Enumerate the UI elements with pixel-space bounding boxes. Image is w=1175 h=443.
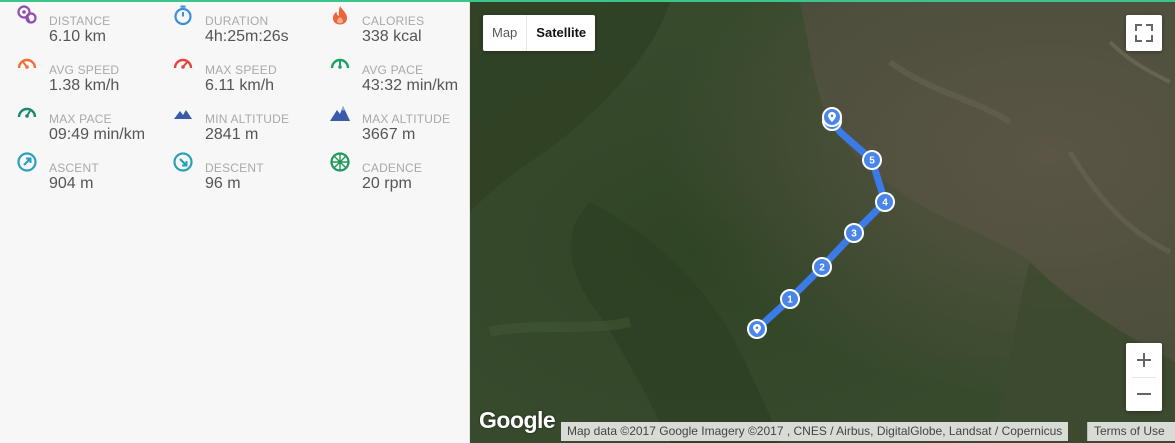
zoom-in-button[interactable] [1126,343,1162,377]
stat-value: 2841 m [205,126,259,143]
flame-icon [329,4,351,26]
stat-descent: DESCENT 96 m [156,149,306,192]
pace-gauge-icon [16,102,38,124]
svg-text:4: 4 [882,198,888,209]
stat-label: DURATION [205,14,269,28]
terms-of-use-link[interactable]: Terms of Use [1087,422,1175,441]
stat-label: AVG SPEED [49,63,120,77]
svg-text:2: 2 [819,263,825,274]
stats-panel: DISTANCE 6.10 km DURATION 4h:25m:26s CAL… [0,2,470,443]
stat-label: DISTANCE [49,14,111,28]
stat-label: MIN ALTITUDE [205,112,290,126]
stat-value: 6.10 km [49,28,106,45]
km-marker-5[interactable]: 5 [862,150,882,170]
end-marker[interactable] [822,107,842,131]
km-marker-4[interactable]: 4 [875,192,895,212]
zoom-divider [1132,377,1156,378]
ascent-compass-icon [16,151,38,173]
stat-max-speed: MAX SPEED 6.11 km/h [156,51,306,94]
plus-icon [1137,353,1151,367]
map-type-control: Map Satellite [483,15,596,51]
map-type-satellite-button[interactable]: Satellite [526,15,595,51]
stat-avg-speed: AVG SPEED 1.38 km/h [0,51,150,94]
speedometer-icon [16,53,38,75]
pace-gauge-icon [329,53,351,75]
stat-value: 1.38 km/h [49,77,120,94]
svg-text:5: 5 [869,156,875,167]
stat-value: 96 m [205,175,241,192]
stat-value: 904 m [49,175,94,192]
stat-avg-pace: AVG PACE 43:32 min/km [313,51,463,94]
km-marker-3[interactable]: 3 [844,223,864,243]
satellite-map[interactable]: 1 2 3 4 5 Map Satellite Google Map data … [470,2,1175,443]
stat-value: 09:49 min/km [49,126,146,143]
distance-icon [16,4,38,26]
stat-calories: CALORIES 338 kcal [313,2,463,45]
stat-label: MAX ALTITUDE [362,112,451,126]
stat-cadence: CADENCE 20 rpm [313,149,463,192]
stat-value: 4h:25m:26s [205,28,289,45]
stat-value: 338 kcal [362,28,422,45]
mountain-icon [329,102,351,124]
map-attribution: Map data ©2017 Google Imagery ©2017 , CN… [561,422,1069,441]
km-marker-2[interactable]: 2 [812,257,832,277]
zoom-out-button[interactable] [1126,377,1162,411]
stat-ascent: ASCENT 904 m [0,149,150,192]
stat-label: MAX SPEED [205,63,277,77]
stat-label: ASCENT [49,161,99,175]
minus-icon [1137,393,1151,395]
stat-max-pace: MAX PACE 09:49 min/km [0,100,150,143]
stat-value: 20 rpm [362,175,412,192]
route-overlay: 1 2 3 4 5 [747,107,895,339]
fullscreen-button[interactable] [1126,15,1162,51]
stat-value: 43:32 min/km [362,77,459,94]
stat-label: DESCENT [205,161,264,175]
stat-min-altitude: MIN ALTITUDE 2841 m [156,100,306,143]
stat-label: AVG PACE [362,63,424,77]
map-type-map-button[interactable]: Map [483,15,526,51]
stat-value: 6.11 km/h [205,77,275,94]
speedometer-icon [172,53,194,75]
mountain-icon [172,102,194,124]
cadence-wheel-icon [329,151,351,173]
stat-label: MAX PACE [49,112,112,126]
stopwatch-icon [172,4,194,26]
fullscreen-icon [1135,24,1153,42]
stat-value: 3667 m [362,126,416,143]
stat-duration: DURATION 4h:25m:26s [156,2,306,45]
start-marker[interactable] [747,319,767,339]
km-marker-1[interactable]: 1 [780,289,800,309]
svg-text:3: 3 [851,229,857,240]
zoom-control [1126,343,1162,411]
descent-compass-icon [172,151,194,173]
stat-label: CADENCE [362,161,423,175]
svg-text:1: 1 [787,295,793,306]
stat-distance: DISTANCE 6.10 km [0,2,150,45]
google-logo[interactable]: Google [479,407,556,434]
stat-max-altitude: MAX ALTITUDE 3667 m [313,100,463,143]
stat-label: CALORIES [362,14,425,28]
